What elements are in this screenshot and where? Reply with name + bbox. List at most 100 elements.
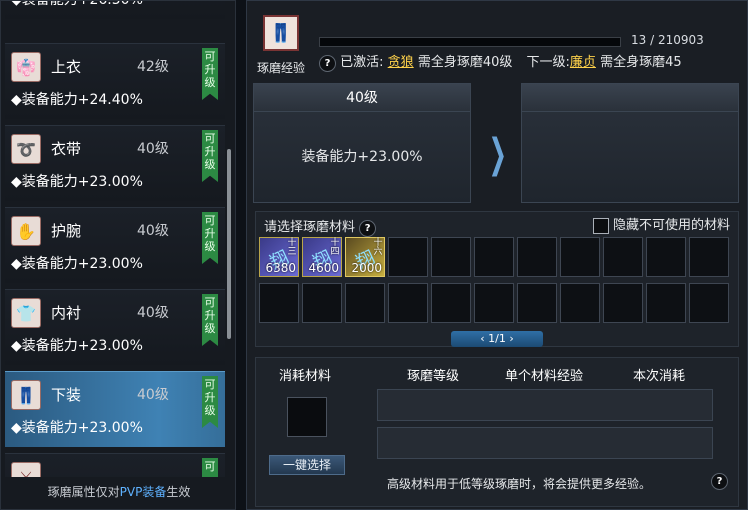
item-name: 衣带 (51, 140, 82, 158)
material-slot-filled[interactable]: 翔十三 6380 (259, 237, 299, 277)
material-slot-empty[interactable] (560, 283, 600, 323)
item-icon: ⚔ (11, 462, 41, 477)
consume-slot[interactable] (287, 397, 327, 437)
upgrade-badge: 可 (202, 458, 218, 477)
item-stat: ◆装备能力+23.00% (11, 420, 143, 436)
list-item-partial-top[interactable]: ◆装备能力+26.50% (5, 1, 225, 19)
material-slot-empty[interactable] (689, 237, 729, 277)
material-count: 4600 (308, 261, 339, 275)
exp-progress-text: 13 / 210903 (631, 33, 704, 47)
material-slot-empty[interactable] (388, 283, 428, 323)
arrow-right-icon: ❯ (488, 131, 507, 177)
list-item-pants[interactable]: 👖 下装 40级 ◆装备能力+23.00% 可升级 (5, 371, 225, 447)
upgrade-badge: 可升级 (202, 48, 218, 100)
material-slot-empty[interactable] (474, 283, 514, 323)
material-section: 请选择琢磨材料 ? 隐藏不可使用的材料 (255, 211, 739, 347)
pvp-note-suffix: 生效 (166, 485, 191, 499)
material-slot-empty[interactable] (689, 283, 729, 323)
header-consume-material: 消耗材料 (279, 369, 332, 384)
material-slot-empty[interactable] (646, 237, 686, 277)
material-slot-empty[interactable] (345, 283, 385, 323)
material-count: 6380 (265, 261, 296, 275)
help-icon[interactable]: ? (359, 220, 377, 237)
item-name: 下装 (51, 386, 82, 404)
upgrade-badge: 可升级 (202, 212, 218, 264)
material-count: 2000 (351, 261, 382, 275)
item-level: 40级 (137, 141, 169, 157)
item-stat: ◆装备能力+23.00% (11, 174, 143, 190)
pvp-note-prefix: 琢磨属性仅对 (47, 485, 120, 499)
polish-exp-label: 琢磨经验 (257, 61, 306, 75)
hide-unusable-toggle[interactable]: 隐藏不可使用的材料 (592, 214, 730, 234)
activation-line: ? 已激活: 贪狼 需全身琢磨40级 下一级:廉贞 需全身琢磨45 (319, 51, 682, 72)
item-stat: ◆装备能力+24.40% (11, 92, 143, 108)
next-name-link[interactable]: 廉贞 (570, 55, 596, 70)
list-item-partial-bottom[interactable]: ⚔ 可 (5, 453, 225, 477)
belt-icon: ➰ (11, 134, 41, 164)
pager: ‹ 1/1 › (451, 331, 543, 347)
select-material-row: 请选择琢磨材料 ? (264, 216, 377, 237)
hide-unusable-checkbox[interactable] (592, 217, 609, 234)
list-item-bracer[interactable]: ✋ 护腕 40级 ◆装备能力+23.00% 可升级 (5, 207, 225, 283)
header-this-consume: 本次消耗 (633, 369, 686, 384)
list-scrollbar[interactable] (227, 149, 231, 339)
upgrade-badge: 可升级 (202, 130, 218, 182)
material-slot-empty[interactable] (431, 237, 471, 277)
help-icon[interactable]: ? (319, 55, 336, 72)
item-name: 内衬 (51, 304, 82, 322)
activated-requirement: 需全身琢磨40级 (417, 55, 513, 70)
activated-label: 已激活: (340, 55, 384, 70)
item-level: 40级 (137, 223, 169, 239)
select-material-label: 请选择琢磨材料 (264, 220, 356, 235)
exp-progress-bar (319, 37, 621, 47)
current-level: 40级 (254, 84, 470, 112)
list-item-inner-shirt[interactable]: 👕 内衬 40级 ◆装备能力+23.00% 可升级 (5, 289, 225, 365)
list-item-belt[interactable]: ➰ 衣带 40级 ◆装备能力+23.00% 可升级 (5, 125, 225, 201)
item-stat: ◆装备能力+23.00% (11, 338, 143, 354)
item-stat: ◆装备能力+23.00% (11, 256, 143, 272)
activated-name-link[interactable]: 贪狼 (388, 55, 414, 70)
item-level: 40级 (137, 305, 169, 321)
bottom-note: 高级材料用于低等级琢磨时，将会提供更多经验。 (387, 477, 652, 491)
current-level-box: 40级 装备能力+23.00% (253, 83, 471, 203)
one-click-select-button[interactable]: 一键选择 (269, 455, 345, 475)
current-stat: 装备能力+23.00% (301, 149, 423, 165)
next-level-box (521, 83, 739, 203)
help-icon[interactable]: ? (711, 473, 728, 490)
material-grade: 十三 (287, 238, 297, 257)
material-slot-empty[interactable] (646, 283, 686, 323)
header-polish-level: 琢磨等级 (407, 369, 460, 384)
material-slot-empty[interactable] (302, 283, 342, 323)
pvp-note: 琢磨属性仅对PVP装备生效 (1, 477, 237, 507)
prev-page-icon[interactable]: ‹ (480, 332, 488, 345)
material-slot-empty[interactable] (517, 283, 557, 323)
item-level: 42级 (137, 59, 169, 75)
next-level-label: 下一级: (526, 55, 570, 70)
upgrade-badge: 可升级 (202, 376, 218, 428)
material-slot-filled[interactable]: 翔十四 4600 (302, 237, 342, 277)
material-slot-empty[interactable] (431, 283, 471, 323)
consume-row (377, 427, 713, 459)
item-name: 上衣 (51, 58, 82, 76)
material-slot-empty[interactable] (560, 237, 600, 277)
material-slot-empty[interactable] (603, 237, 643, 277)
material-slot-empty[interactable] (259, 283, 299, 323)
material-slot-empty[interactable] (388, 237, 428, 277)
shirt-icon: 👘 (11, 52, 41, 82)
list-item-shirt[interactable]: 👘 上衣 42级 ◆装备能力+24.40% 可升级 (5, 43, 225, 119)
next-requirement: 需全身琢磨45 (600, 55, 682, 70)
header-single-exp: 单个材料经验 (505, 369, 584, 384)
material-slot-empty[interactable] (603, 283, 643, 323)
consume-row (377, 389, 713, 421)
material-slot-empty[interactable] (517, 237, 557, 277)
pants-icon: 👖 (11, 380, 41, 410)
polish-panel: 👖 琢磨经验 13 / 210903 ? 已激活: 贪狼 需全身琢磨40级 下一… (246, 0, 748, 510)
next-page-icon[interactable]: › (506, 332, 513, 345)
material-slot-empty[interactable] (474, 237, 514, 277)
next-level-header (522, 84, 738, 112)
material-slot-filled[interactable]: 翔十六 2000 (345, 237, 385, 277)
bracer-icon: ✋ (11, 216, 41, 246)
equipment-list[interactable]: ◆装备能力+26.50% 👘 上衣 42级 ◆装备能力+24.40% 可升级 ➰… (5, 1, 225, 477)
equipment-list-panel: ◆装备能力+26.50% 👘 上衣 42级 ◆装备能力+24.40% 可升级 ➰… (0, 0, 236, 510)
item-name: 护腕 (51, 222, 82, 240)
